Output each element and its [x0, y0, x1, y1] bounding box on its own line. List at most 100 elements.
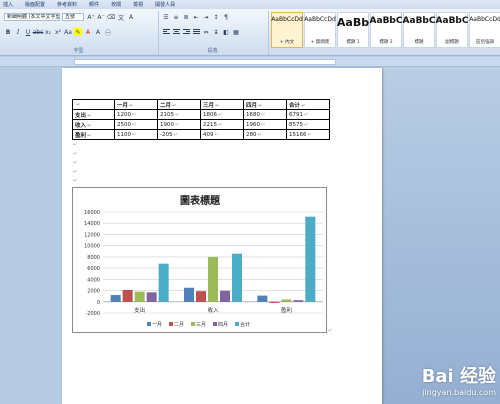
- chart-svg: 圖表標題 -2000 0 2000 4000 6000 8000 10000 12000 1400…: [84, 194, 323, 328]
- decrease-indent-icon[interactable]: ⇤: [192, 13, 200, 21]
- table-cell[interactable]: 6791↵: [286, 109, 330, 120]
- cell-end-mark: ↵: [132, 111, 137, 118]
- y-tick-label: 10000: [84, 244, 100, 250]
- table-cell[interactable]: 1806↵: [200, 109, 244, 120]
- style-gallery-item[interactable]: AaBbCcDd + 無間距: [304, 12, 336, 48]
- table-cell[interactable]: 合计↵: [286, 99, 330, 110]
- ribbon-tab[interactable]: 版面配置: [24, 1, 46, 8]
- clear-format-icon[interactable]: ⌫: [107, 13, 115, 21]
- table-cell[interactable]: 1200↵: [114, 109, 158, 120]
- subscript-icon[interactable]: x₂: [44, 28, 52, 36]
- font-color-icon[interactable]: A: [84, 28, 92, 36]
- justify-icon[interactable]: [192, 28, 200, 36]
- highlight-icon[interactable]: ✎: [74, 28, 82, 36]
- cell-text: -205: [160, 131, 173, 138]
- cell-text: 2500: [117, 121, 131, 128]
- table-cell[interactable]: 盈利↵: [72, 129, 115, 140]
- paragraph-group-label: 段落: [207, 48, 218, 54]
- cell-text: 1100: [117, 131, 131, 138]
- table-cell[interactable]: 三月↵: [200, 99, 244, 110]
- underline-icon[interactable]: U: [24, 28, 32, 36]
- ribbon-tab[interactable]: 檢視: [132, 1, 144, 8]
- chart[interactable]: 圖表標題 -2000 0 2000 4000 6000 8000 10000 12000 1400…: [72, 187, 327, 333]
- style-gallery-item[interactable]: AaBbC 標題 2: [370, 12, 402, 48]
- table-cell[interactable]: 1900↵: [157, 119, 201, 130]
- style-sample: AaBb: [336, 16, 370, 29]
- sort-icon[interactable]: ↕: [212, 13, 220, 21]
- ribbon-tab[interactable]: 插入: [2, 1, 14, 8]
- cell-end-mark: ↵: [173, 131, 178, 138]
- shrink-font-icon[interactable]: A⁻: [97, 13, 105, 21]
- data-table[interactable]: ↵ 一月↵ 二月↵ 三月↵ 四月↵ 合计↵ 支出↵ 1200↵ 2105↵ 1806↵ 1680↵ 6…: [72, 99, 330, 140]
- borders-icon[interactable]: ▦: [232, 28, 240, 36]
- cell-end-mark: ↵: [215, 102, 220, 109]
- numbering-icon[interactable]: ≡: [172, 13, 180, 21]
- table-row: 收入↵ 2500↵ 1900↵ 2215↵ 1960↵ 8575↵: [72, 119, 330, 130]
- superscript-icon[interactable]: x²: [54, 28, 62, 36]
- bullets-icon[interactable]: ☰: [162, 13, 170, 21]
- table-cell[interactable]: 409↵: [200, 129, 244, 140]
- table-cell[interactable]: 1960↵: [243, 119, 287, 130]
- table-cell[interactable]: 四月↵: [243, 99, 287, 110]
- table-cell[interactable]: 2215↵: [200, 119, 244, 130]
- align-right-icon[interactable]: [182, 28, 190, 36]
- show-marks-icon[interactable]: ¶: [222, 13, 230, 21]
- cell-end-mark: ↵: [132, 131, 137, 138]
- legend-swatch: [235, 322, 239, 326]
- table-cell[interactable]: 280↵: [243, 129, 287, 140]
- strikethrough-icon[interactable]: abc: [33, 28, 44, 36]
- table-cell[interactable]: 8575↵: [286, 119, 330, 130]
- style-gallery-item[interactable]: AaBbC 副標題: [436, 12, 468, 48]
- table-cell[interactable]: ↵: [72, 99, 115, 110]
- bold-icon[interactable]: B: [4, 28, 12, 36]
- cell-text: 409: [203, 131, 214, 138]
- table-cell[interactable]: 1100↵: [114, 129, 158, 140]
- table-cell[interactable]: 二月↵: [157, 99, 201, 110]
- legend-swatch: [213, 322, 217, 326]
- grow-font-icon[interactable]: A⁺: [87, 13, 95, 21]
- ribbon-tab[interactable]: 校閱: [110, 1, 122, 8]
- bar: [146, 292, 157, 302]
- style-gallery-item[interactable]: AaBbCcDd 區別強調: [469, 12, 500, 48]
- table-cell[interactable]: -205↵: [157, 129, 201, 140]
- change-case-icon[interactable]: Aa: [64, 28, 72, 36]
- table-cell[interactable]: 一月↵: [114, 99, 158, 110]
- ribbon-tab[interactable]: 郵件: [88, 1, 100, 8]
- enclose-char-icon[interactable]: ㊀: [104, 28, 112, 37]
- table-cell[interactable]: 2500↵: [114, 119, 158, 130]
- center-icon[interactable]: [172, 28, 180, 36]
- multilevel-icon[interactable]: ≣: [182, 13, 190, 21]
- style-sample: AaBbC: [402, 16, 436, 26]
- font-size-combo[interactable]: 五號: [62, 13, 84, 21]
- table-cell[interactable]: 收入↵: [72, 119, 115, 130]
- style-gallery-item[interactable]: AaBbCcDd + 內文: [271, 12, 303, 48]
- cell-end-mark: ↵: [261, 121, 266, 128]
- italic-icon[interactable]: I: [14, 28, 22, 36]
- border-char-icon[interactable]: A: [127, 13, 135, 21]
- cell-text: 2105: [160, 111, 174, 118]
- ruler-strip: [74, 59, 336, 65]
- line-spacing-icon[interactable]: ↨: [212, 28, 220, 36]
- style-gallery-item[interactable]: AaBb 標題 1: [337, 12, 369, 48]
- table-cell[interactable]: 1680↵: [243, 109, 287, 120]
- y-tick-label: 14000: [84, 221, 100, 227]
- document-page[interactable]: ↵ 一月↵ 二月↵ 三月↵ 四月↵ 合计↵ 支出↵ 1200↵ 2105↵ 1806↵ 1680↵ 6…: [62, 68, 382, 404]
- ribbon-tab[interactable]: 參考資料: [56, 1, 78, 8]
- ribbon-tab[interactable]: 開發人員: [154, 1, 176, 8]
- increase-indent-icon[interactable]: ⇥: [202, 13, 210, 21]
- table-cell[interactable]: 支出↵: [72, 109, 115, 120]
- style-sample: AaBbC: [369, 16, 403, 26]
- distributed-icon[interactable]: ⇔: [202, 28, 210, 36]
- shading-icon[interactable]: ◧: [222, 28, 230, 36]
- cell-text: 盈利: [75, 132, 87, 139]
- table-cell[interactable]: 15166↵: [286, 129, 330, 140]
- style-gallery-item[interactable]: AaBbC 標題: [403, 12, 435, 48]
- cell-text: 1680: [246, 111, 260, 118]
- bar: [184, 287, 194, 302]
- phonetic-icon[interactable]: 文: [117, 13, 125, 22]
- horizontal-ruler[interactable]: [0, 57, 500, 67]
- align-left-icon[interactable]: [162, 28, 170, 36]
- font-name-combo[interactable]: 新細明體 (本文中文字型): [4, 13, 60, 21]
- char-shading-icon[interactable]: A: [94, 28, 102, 36]
- table-cell[interactable]: 2105↵: [157, 109, 201, 120]
